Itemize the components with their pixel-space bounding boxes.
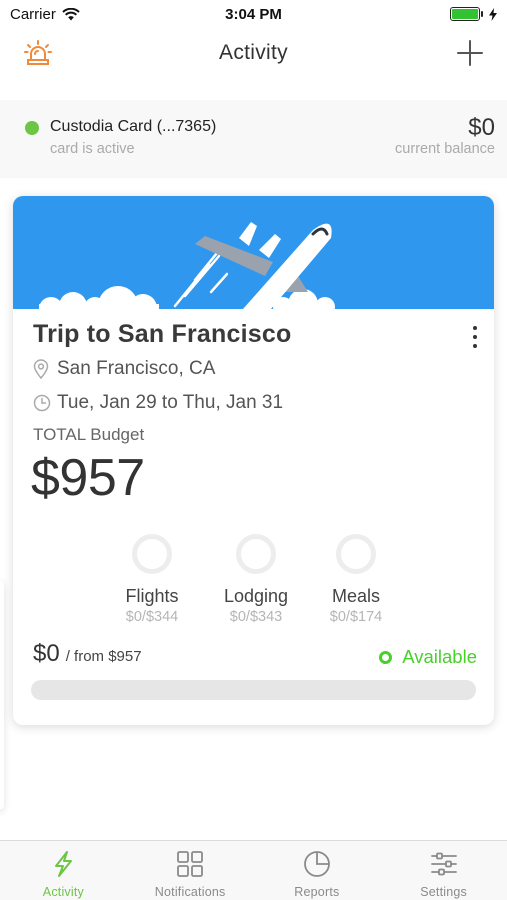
nav-bar: Activity xyxy=(0,28,507,78)
wifi-icon xyxy=(62,7,80,20)
tab-bar: Activity Notifications Reports Settings xyxy=(0,840,507,900)
page-title: Activity xyxy=(219,41,288,64)
category-amount: $0/$344 xyxy=(125,609,179,625)
total-budget-value: $957 xyxy=(31,449,145,507)
status-left: Carrier xyxy=(10,6,80,23)
trip-hero-banner xyxy=(13,196,494,309)
spent-of-total: / from $957 xyxy=(65,648,142,665)
category-progress-ring xyxy=(336,534,376,574)
tab-label: Notifications xyxy=(154,885,226,899)
carrier-label: Carrier xyxy=(10,5,56,23)
status-right xyxy=(450,7,497,21)
available-status-icon xyxy=(379,650,393,664)
grid-icon xyxy=(177,851,204,877)
tab-reports[interactable]: Reports xyxy=(254,841,381,900)
spent-amount: $0 xyxy=(33,640,60,667)
availability-label: Available xyxy=(402,646,477,667)
more-options-icon[interactable] xyxy=(471,326,479,348)
category-name: Flights xyxy=(125,586,179,606)
tab-label: Activity xyxy=(42,885,84,899)
location-pin-icon xyxy=(33,359,49,379)
total-budget-label: TOTAL Budget xyxy=(33,425,145,444)
category-progress-ring xyxy=(236,534,276,574)
category-flights[interactable]: Flights $0/$344 xyxy=(97,534,207,625)
trip-title: Trip to San Francisco xyxy=(33,320,292,348)
tab-activity[interactable]: Activity xyxy=(0,841,127,900)
card-status-dot xyxy=(25,121,39,135)
category-lodging[interactable]: Lodging $0/$343 xyxy=(201,534,311,625)
lightning-bolt-icon xyxy=(55,851,73,877)
category-name: Meals xyxy=(331,586,380,606)
more-options-dot xyxy=(473,335,477,339)
trip-location: San Francisco, CA xyxy=(57,358,216,379)
spent-summary: $0 / from $957 xyxy=(33,640,142,668)
category-progress-ring xyxy=(132,534,172,574)
trip-card[interactable]: Trip to San Francisco San Francisco, CA … xyxy=(13,196,494,725)
trip-location-row: San Francisco, CA xyxy=(33,358,215,380)
more-options-dot xyxy=(473,326,477,330)
status-bar: Carrier 3:04 PM xyxy=(0,0,507,28)
tab-label: Settings xyxy=(420,885,468,899)
tab-label: Reports xyxy=(294,885,340,899)
battery-level xyxy=(452,9,478,19)
more-options-dot xyxy=(473,344,477,348)
tab-notifications[interactable]: Notifications xyxy=(127,841,254,900)
tab-settings[interactable]: Settings xyxy=(380,841,507,900)
availability-status: Available xyxy=(379,646,477,668)
clock-icon xyxy=(33,394,51,412)
charging-bolt-icon xyxy=(489,7,497,21)
alarm-light-icon[interactable] xyxy=(22,38,54,68)
category-name: Lodging xyxy=(223,586,289,606)
pie-chart-icon xyxy=(303,851,330,877)
previous-card-edge[interactable] xyxy=(0,580,4,810)
trip-dates: Tue, Jan 29 to Thu, Jan 31 xyxy=(57,392,284,413)
card-status: card is active xyxy=(50,141,135,157)
card-name: Custodia Card (...7365) xyxy=(50,118,217,135)
current-balance-label: current balance xyxy=(395,141,495,157)
category-amount: $0/$174 xyxy=(329,609,383,625)
category-amount: $0/$343 xyxy=(229,609,283,625)
current-balance: $0 xyxy=(468,114,495,141)
plus-icon[interactable] xyxy=(455,38,485,68)
battery-icon xyxy=(450,7,483,21)
account-header[interactable]: Custodia Card (...7365) card is active $… xyxy=(0,100,507,178)
sliders-icon xyxy=(430,852,457,876)
trip-dates-row: Tue, Jan 29 to Thu, Jan 31 xyxy=(33,392,283,414)
airplane-illustration xyxy=(39,222,335,309)
budget-progress-bar xyxy=(31,680,476,700)
category-meals[interactable]: Meals $0/$174 xyxy=(301,534,411,625)
